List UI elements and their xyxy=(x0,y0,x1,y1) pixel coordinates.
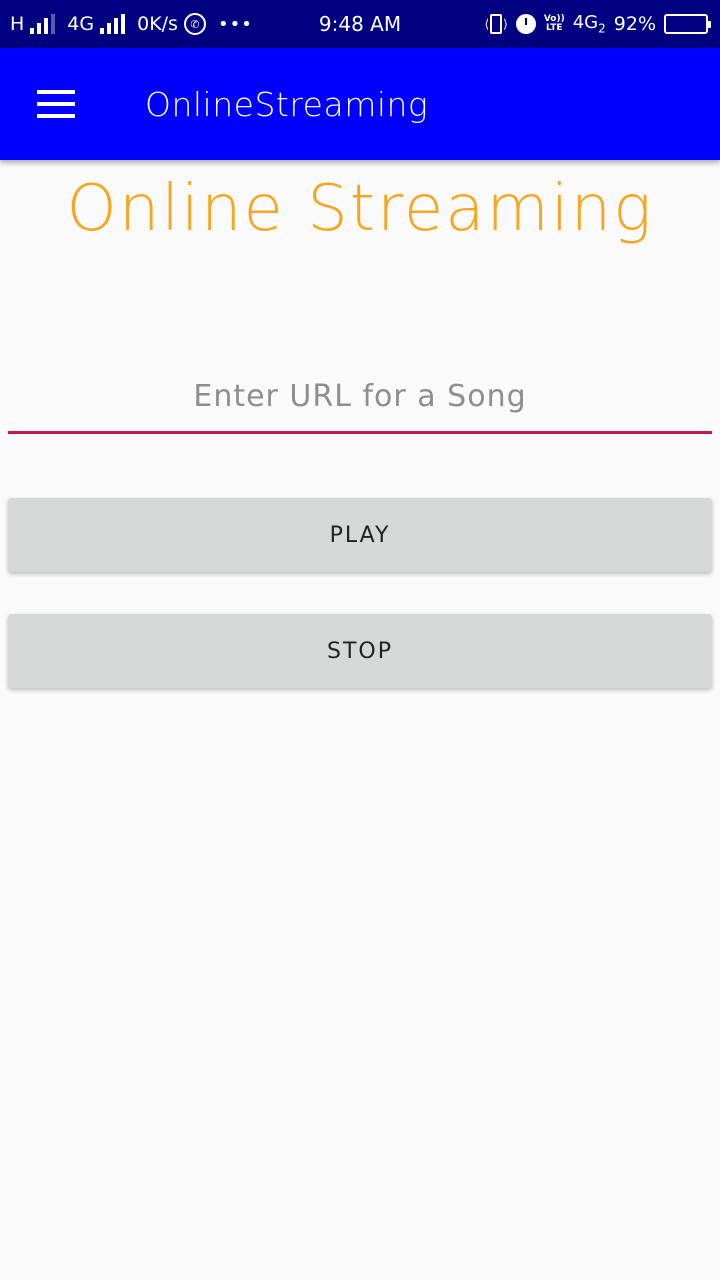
hamburger-menu-icon[interactable] xyxy=(26,78,86,130)
more-notifications-icon: ••• xyxy=(217,13,253,35)
alarm-icon xyxy=(515,14,536,34)
battery-percent: 92% xyxy=(613,13,656,35)
status-bar: H 4G 0K/s ✆ ••• 9:48 AM ⟨ ⟩ Vo)) LTE 4G2 … xyxy=(0,0,720,48)
whatsapp-icon: ✆ xyxy=(183,13,206,35)
volte-bottom: LTE xyxy=(546,23,563,33)
signal-strength-icon-2 xyxy=(100,14,126,34)
app-title: OnlineStreaming xyxy=(145,84,429,124)
song-url-input[interactable] xyxy=(8,372,712,434)
vibrate-icon: ⟨ ⟩ xyxy=(484,14,508,34)
network-4g-icon: 4G2 xyxy=(573,12,606,36)
stop-button[interactable]: STOP xyxy=(8,614,712,688)
network-type-h: H xyxy=(10,13,25,35)
sim-slot: 2 xyxy=(598,21,606,36)
signal-strength-icon xyxy=(30,14,56,34)
network-type-4g: 4G xyxy=(67,13,95,35)
volte-icon: Vo)) LTE xyxy=(544,15,565,33)
status-left-group: H 4G 0K/s ✆ ••• xyxy=(10,0,253,48)
play-button[interactable]: PLAY xyxy=(8,498,712,572)
status-time: 9:48 AM xyxy=(318,12,402,36)
status-right-group: ⟨ ⟩ Vo)) LTE 4G2 92% xyxy=(484,0,711,48)
app-bar: OnlineStreaming xyxy=(0,48,720,160)
page-heading: Online Streaming xyxy=(66,172,654,246)
net-type: 4G xyxy=(572,12,599,34)
battery-icon xyxy=(664,14,711,34)
network-speed: 0K/s xyxy=(137,13,178,35)
